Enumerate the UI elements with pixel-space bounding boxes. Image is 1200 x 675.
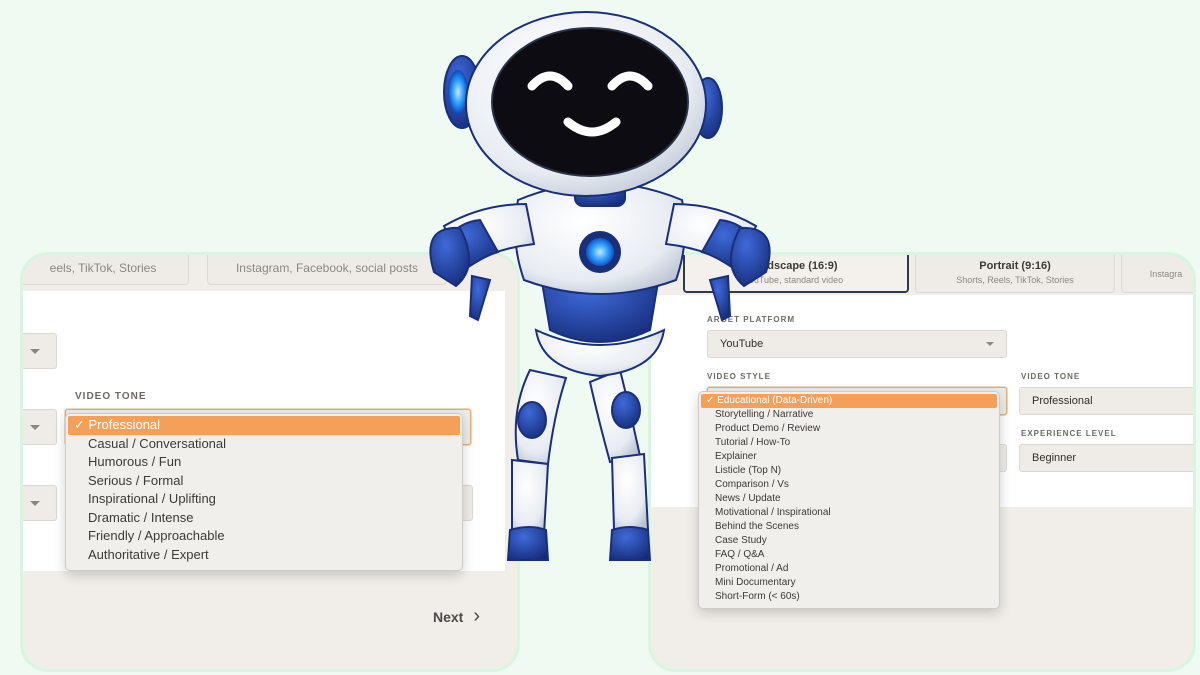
robot-head (443, 11, 723, 197)
card-subtitle: Shorts, Reels, TikTok, Stories (956, 274, 1074, 285)
style-option[interactable]: Short-Form (< 60s) (699, 590, 999, 604)
robot-legs (506, 368, 652, 561)
select-partial-1[interactable] (23, 333, 57, 369)
video-tone-label: VIDEO TONE (1021, 372, 1081, 381)
select-partial-3[interactable] (23, 485, 57, 521)
card-subtitle: Instagra (1149, 268, 1183, 279)
format-card-portrait[interactable]: eels, TikTok, Stories (23, 255, 189, 285)
select-partial-2[interactable] (23, 409, 57, 445)
video-tone-select[interactable]: Professional (1019, 387, 1193, 415)
select-value: Professional (1032, 395, 1093, 407)
chevron-right-icon: › (473, 605, 481, 627)
experience-level-select[interactable]: Beginner (1019, 444, 1193, 472)
next-button[interactable]: Next › (433, 605, 480, 628)
card-subtitle: Instagram, Facebook, social posts (235, 261, 419, 275)
video-tone-label: VIDEO TONE (75, 391, 147, 402)
chevron-down-icon (30, 349, 40, 354)
format-card-portrait[interactable]: Portrait (9:16) Shorts, Reels, TikTok, S… (915, 255, 1115, 293)
chevron-down-icon (30, 501, 40, 506)
chevron-down-icon (986, 342, 994, 346)
next-label: Next (433, 608, 464, 625)
select-value: Beginner (1032, 452, 1077, 464)
robot-mascot-icon (429, 11, 771, 561)
experience-level-label: EXPERIENCE LEVEL (1021, 429, 1117, 438)
robot-torso (514, 182, 686, 378)
card-title: Portrait (9:16) (979, 259, 1051, 272)
card-subtitle: eels, TikTok, Stories (49, 261, 157, 275)
format-card-square[interactable]: Instagra (1121, 255, 1193, 293)
chevron-down-icon (30, 425, 40, 430)
